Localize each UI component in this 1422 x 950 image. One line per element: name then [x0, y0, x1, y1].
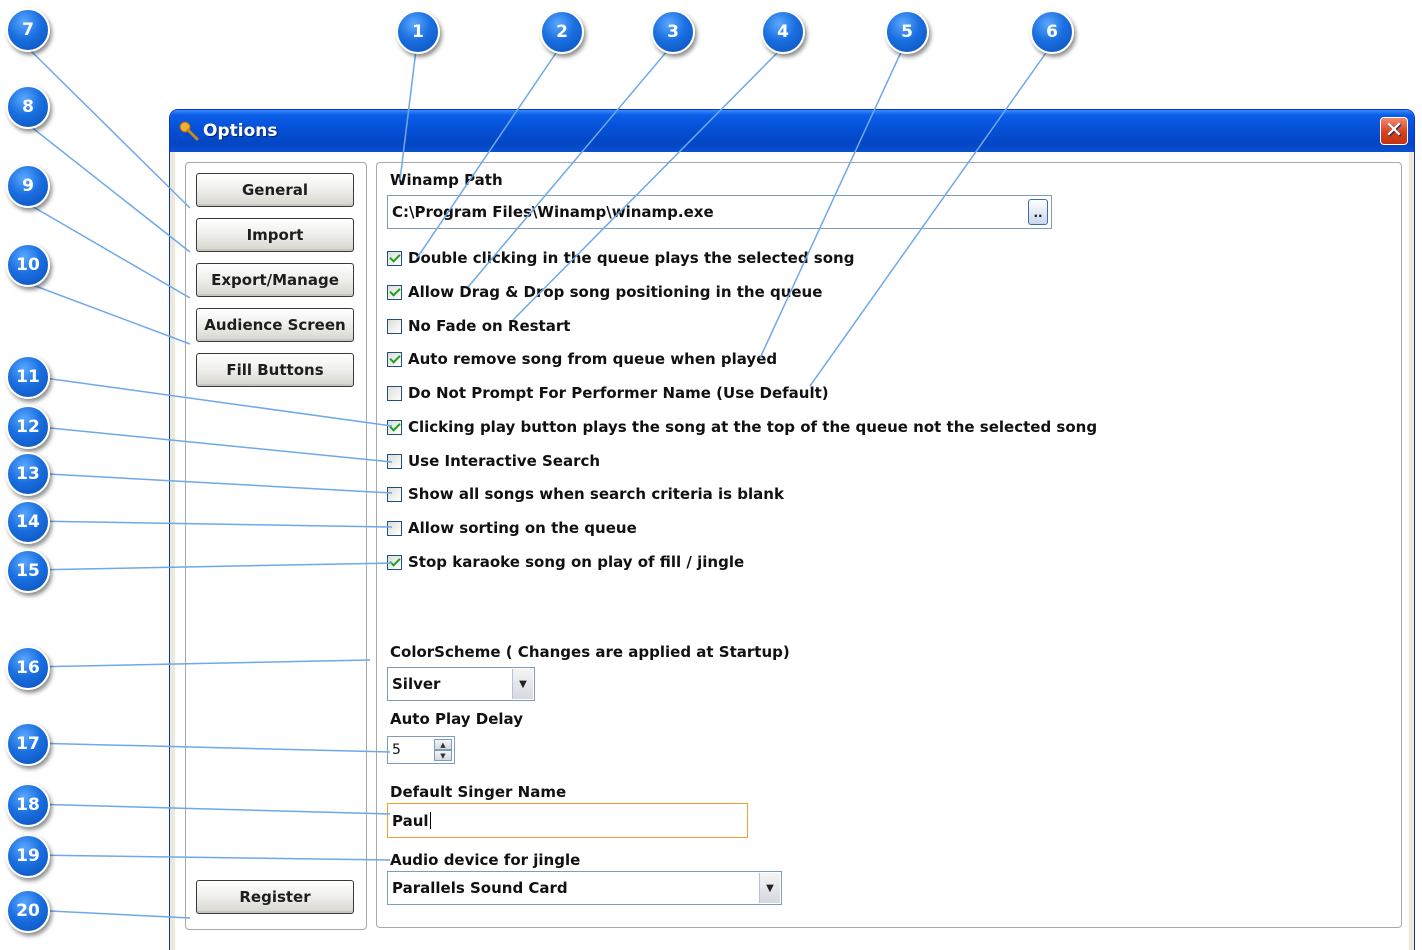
- checkbox[interactable]: [387, 284, 402, 300]
- microphone-icon: [179, 121, 199, 141]
- checkbox[interactable]: [387, 554, 402, 570]
- option-double-click-plays[interactable]: Double clicking in the queue plays the s…: [387, 248, 854, 268]
- default-singer-label: Default Singer Name: [390, 783, 567, 801]
- audience-screen-button[interactable]: Audience Screen: [196, 308, 354, 342]
- spin-buttons: ▲ ▼: [434, 739, 452, 761]
- winamp-path-label: Winamp Path: [390, 171, 503, 189]
- text-caret: [429, 812, 431, 829]
- option-label: Clicking play button plays the song at t…: [408, 418, 1098, 436]
- callout-badge-6: 6: [1030, 10, 1074, 54]
- default-singer-input[interactable]: Paul: [387, 803, 748, 838]
- callout-badge-10: 10: [6, 243, 50, 287]
- leader-line-8: [29, 125, 191, 253]
- color-scheme-value: Silver: [392, 675, 441, 693]
- winamp-path-input[interactable]: C:\Program Files\Winamp\winamp.exe ..: [387, 195, 1052, 229]
- window-title: Options: [203, 121, 278, 141]
- fill-buttons-button[interactable]: Fill Buttons: [196, 353, 354, 387]
- general-button[interactable]: General: [196, 173, 354, 207]
- callout-badge-12: 12: [6, 405, 50, 449]
- callout-badge-2: 2: [540, 10, 584, 54]
- spin-down-icon[interactable]: ▼: [434, 750, 452, 761]
- option-show-all-songs[interactable]: Show all songs when search criteria is b…: [387, 484, 784, 504]
- color-scheme-label: ColorScheme ( Changes are applied at Sta…: [390, 643, 790, 661]
- option-label: Double clicking in the queue plays the s…: [408, 249, 855, 267]
- callout-badge-18: 18: [6, 783, 50, 827]
- option-label: No Fade on Restart: [408, 317, 571, 335]
- leader-line-9: [29, 204, 191, 299]
- checkbox[interactable]: [387, 351, 402, 367]
- callout-badge-17: 17: [6, 722, 50, 766]
- callout-badge-8: 8: [6, 85, 50, 129]
- option-label: Use Interactive Search: [408, 452, 601, 470]
- checkbox[interactable]: [387, 520, 402, 536]
- leader-line-20: [29, 909, 191, 919]
- callout-badge-5: 5: [885, 10, 929, 54]
- default-singer-value: Paul: [392, 811, 429, 830]
- register-button[interactable]: Register: [196, 880, 354, 914]
- audio-device-select[interactable]: Parallels Sound Card ▼: [387, 871, 782, 905]
- option-auto-remove[interactable]: Auto remove song from queue when played: [387, 349, 777, 369]
- callout-badge-13: 13: [6, 452, 50, 496]
- nav-panel: General Import Export/Manage Audience Sc…: [185, 162, 367, 930]
- callout-badge-9: 9: [6, 164, 50, 208]
- callout-badge-1: 1: [396, 10, 440, 54]
- callout-badge-16: 16: [6, 646, 50, 690]
- checkbox[interactable]: [387, 318, 402, 334]
- option-no-performer-prompt[interactable]: Do Not Prompt For Performer Name (Use De…: [387, 383, 829, 403]
- option-play-top-of-queue[interactable]: Clicking play button plays the song at t…: [387, 417, 1097, 437]
- option-label: Allow Drag & Drop song positioning in th…: [408, 283, 823, 301]
- callout-badge-19: 19: [6, 834, 50, 878]
- browse-button[interactable]: ..: [1028, 199, 1048, 225]
- option-label: Auto remove song from queue when played: [408, 350, 778, 368]
- audio-device-value: Parallels Sound Card: [392, 879, 568, 897]
- option-drag-drop[interactable]: Allow Drag & Drop song positioning in th…: [387, 282, 822, 302]
- callout-badge-3: 3: [651, 10, 695, 54]
- checkbox[interactable]: [387, 486, 402, 502]
- option-allow-sorting[interactable]: Allow sorting on the queue: [387, 518, 637, 538]
- callout-badge-14: 14: [6, 500, 50, 544]
- audio-device-label: Audio device for jingle: [390, 851, 581, 869]
- leader-line-7: [29, 49, 191, 209]
- callout-badge-4: 4: [761, 10, 805, 54]
- window-client-area: General Import Export/Manage Audience Sc…: [175, 152, 1409, 950]
- close-icon: ✕: [1384, 118, 1404, 143]
- title-bar[interactable]: Options ✕: [170, 110, 1414, 152]
- export-manage-button[interactable]: Export/Manage: [196, 263, 354, 297]
- option-label: Stop karaoke song on play of fill / jing…: [408, 553, 745, 571]
- color-scheme-select[interactable]: Silver ▼: [387, 667, 535, 701]
- option-label: Allow sorting on the queue: [408, 519, 637, 537]
- spin-up-icon[interactable]: ▲: [434, 739, 452, 750]
- auto-play-delay-label: Auto Play Delay: [390, 710, 523, 728]
- checkbox[interactable]: [387, 385, 402, 401]
- auto-play-delay-stepper[interactable]: 5 ▲ ▼: [387, 736, 455, 764]
- option-label: Show all songs when search criteria is b…: [408, 485, 784, 503]
- import-button[interactable]: Import: [196, 218, 354, 252]
- option-interactive-search[interactable]: Use Interactive Search: [387, 451, 600, 471]
- winamp-path-value: C:\Program Files\Winamp\winamp.exe: [392, 203, 714, 221]
- option-stop-karaoke-on-fill[interactable]: Stop karaoke song on play of fill / jing…: [387, 552, 744, 572]
- callout-badge-20: 20: [6, 889, 50, 933]
- callout-badge-15: 15: [6, 549, 50, 593]
- checkbox[interactable]: [387, 453, 402, 469]
- option-no-fade-restart[interactable]: No Fade on Restart: [387, 316, 570, 336]
- checkbox[interactable]: [387, 419, 402, 435]
- callout-badge-11: 11: [6, 355, 50, 399]
- option-label: Do Not Prompt For Performer Name (Use De…: [408, 384, 829, 402]
- callout-badge-7: 7: [6, 8, 50, 52]
- close-button[interactable]: ✕: [1380, 117, 1408, 145]
- checkbox[interactable]: [387, 250, 402, 266]
- auto-play-delay-value: 5: [392, 742, 401, 758]
- chevron-down-icon[interactable]: ▼: [512, 669, 533, 699]
- settings-panel: Winamp Path C:\Program Files\Winamp\wina…: [376, 162, 1402, 928]
- chevron-down-icon[interactable]: ▼: [759, 873, 780, 903]
- options-window: Options ✕ General Import Export/Manage A…: [170, 110, 1414, 950]
- leader-line-10: [29, 283, 191, 345]
